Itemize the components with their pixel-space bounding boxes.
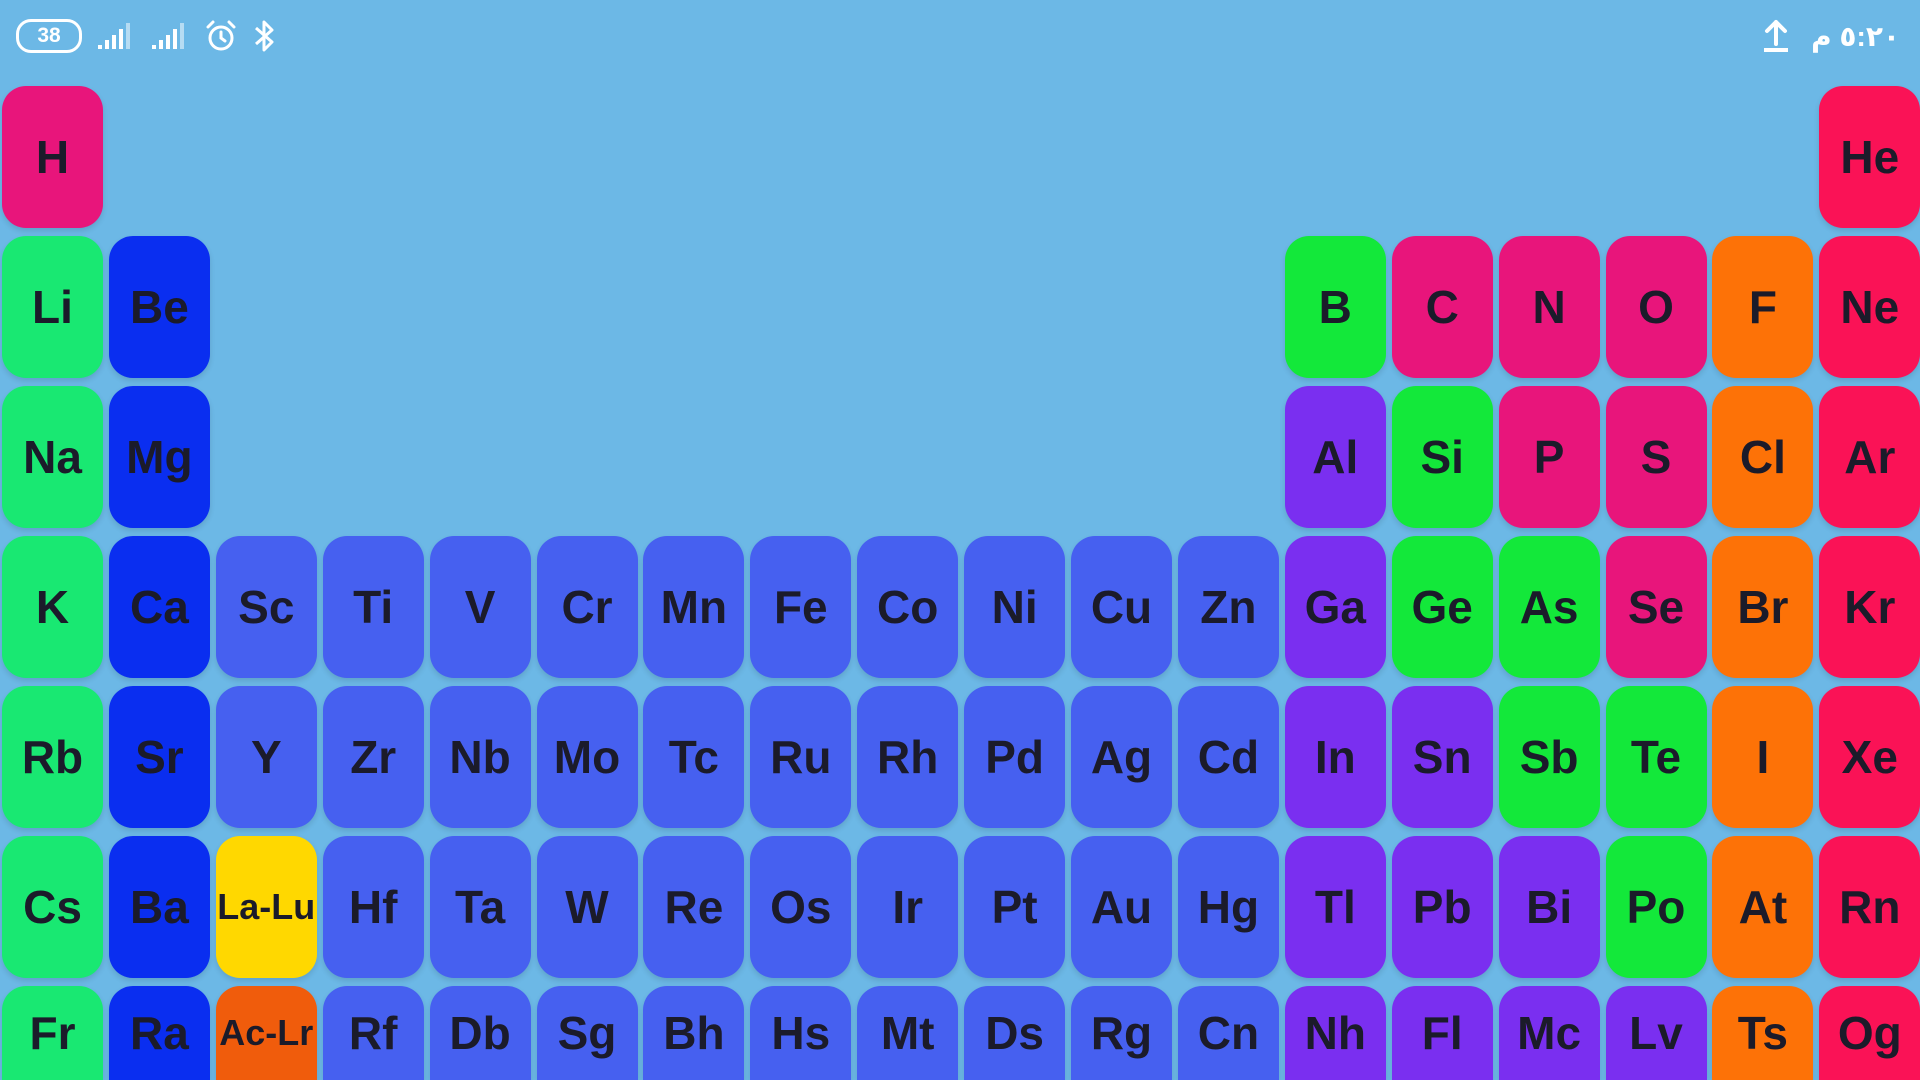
element-cell-rg[interactable]: Rg [1071,986,1172,1080]
element-cell-ar[interactable]: Ar [1819,386,1920,528]
element-cell-h[interactable]: H [2,86,103,228]
element-cell-as[interactable]: As [1498,536,1600,678]
element-cell-i[interactable]: I [1712,686,1814,828]
element-cell-ge[interactable]: Ge [1391,536,1493,678]
element-cell-mn[interactable]: Mn [643,536,745,678]
element-cell-p[interactable]: P [1498,386,1600,528]
element-cell-ni[interactable]: Ni [964,536,1066,678]
element-cell-ti[interactable]: Ti [322,536,424,678]
element-cell-ds[interactable]: Ds [964,986,1066,1080]
element-cell-fr[interactable]: Fr [2,986,103,1080]
element-cell-ca[interactable]: Ca [108,536,210,678]
periodic-table: H He Li Be B C N O F Ne Na Mg Al Si P S Cl Ar K Ca Sc Ti V Cr Mn… [0,0,1920,1080]
element-cell-w[interactable]: W [536,836,638,978]
element-cell-rf[interactable]: Rf [322,986,424,1080]
element-cell-cs[interactable]: Cs [2,836,103,978]
element-cell-pt[interactable]: Pt [964,836,1066,978]
element-cell-o[interactable]: O [1605,236,1707,378]
element-cell-ag[interactable]: Ag [1071,686,1172,828]
element-cell-mg[interactable]: Mg [108,386,210,528]
element-cell-co[interactable]: Co [857,536,959,678]
element-cell-ba[interactable]: Ba [108,836,210,978]
element-cell-s[interactable]: S [1605,386,1707,528]
element-cell-sc[interactable]: Sc [215,536,317,678]
element-cell-ne[interactable]: Ne [1819,236,1920,378]
element-cell-v[interactable]: V [429,536,531,678]
element-cell-sb[interactable]: Sb [1498,686,1600,828]
element-cell-c[interactable]: C [1391,236,1493,378]
element-cell-og[interactable]: Og [1819,986,1920,1080]
element-cell-cd[interactable]: Cd [1177,686,1279,828]
element-cell-tl[interactable]: Tl [1284,836,1386,978]
element-cell-os[interactable]: Os [750,836,852,978]
element-cell-po[interactable]: Po [1605,836,1707,978]
element-cell-mc[interactable]: Mc [1498,986,1600,1080]
element-cell-hf[interactable]: Hf [322,836,424,978]
element-cell-he[interactable]: He [1819,86,1920,228]
element-cell-sg[interactable]: Sg [536,986,638,1080]
element-cell-hs[interactable]: Hs [750,986,852,1080]
element-cell-cn[interactable]: Cn [1177,986,1279,1080]
element-cell-pd[interactable]: Pd [964,686,1066,828]
element-cell-al[interactable]: Al [1284,386,1386,528]
element-cell-cu[interactable]: Cu [1071,536,1172,678]
element-cell-be[interactable]: Be [108,236,210,378]
element-cell-ac-lr[interactable]: Ac-Lr [215,986,317,1080]
element-cell-li[interactable]: Li [2,236,103,378]
element-cell-te[interactable]: Te [1605,686,1707,828]
element-cell-ts[interactable]: Ts [1712,986,1814,1080]
element-cell-mo[interactable]: Mo [536,686,638,828]
element-cell-lv[interactable]: Lv [1605,986,1707,1080]
element-cell-nh[interactable]: Nh [1284,986,1386,1080]
element-cell-au[interactable]: Au [1071,836,1172,978]
element-cell-sr[interactable]: Sr [108,686,210,828]
element-cell-kr[interactable]: Kr [1819,536,1920,678]
element-cell-xe[interactable]: Xe [1819,686,1920,828]
element-cell-zn[interactable]: Zn [1177,536,1279,678]
element-cell-rb[interactable]: Rb [2,686,103,828]
element-cell-k[interactable]: K [2,536,103,678]
element-cell-ga[interactable]: Ga [1284,536,1386,678]
element-cell-fl[interactable]: Fl [1391,986,1493,1080]
element-cell-tc[interactable]: Tc [643,686,745,828]
element-cell-y[interactable]: Y [215,686,317,828]
element-cell-ir[interactable]: Ir [857,836,959,978]
element-cell-la-lu[interactable]: La-Lu [215,836,317,978]
element-cell-n[interactable]: N [1498,236,1600,378]
element-cell-se[interactable]: Se [1605,536,1707,678]
element-cell-ru[interactable]: Ru [750,686,852,828]
element-cell-sn[interactable]: Sn [1391,686,1493,828]
element-cell-hg[interactable]: Hg [1177,836,1279,978]
element-cell-bi[interactable]: Bi [1498,836,1600,978]
element-cell-in[interactable]: In [1284,686,1386,828]
element-cell-b[interactable]: B [1284,236,1386,378]
element-cell-si[interactable]: Si [1391,386,1493,528]
element-cell-cl[interactable]: Cl [1712,386,1814,528]
element-cell-rh[interactable]: Rh [857,686,959,828]
element-cell-pb[interactable]: Pb [1391,836,1493,978]
element-cell-mt[interactable]: Mt [857,986,959,1080]
element-cell-na[interactable]: Na [2,386,103,528]
element-cell-br[interactable]: Br [1712,536,1814,678]
element-cell-fe[interactable]: Fe [750,536,852,678]
element-cell-nb[interactable]: Nb [429,686,531,828]
element-cell-bh[interactable]: Bh [643,986,745,1080]
element-cell-re[interactable]: Re [643,836,745,978]
periodic-table-screen: 38 ٥:٢٠ م H He Li Be B C N O F Ne Na Mg … [0,0,1920,1080]
element-cell-db[interactable]: Db [429,986,531,1080]
element-cell-f[interactable]: F [1712,236,1814,378]
element-cell-ta[interactable]: Ta [429,836,531,978]
element-cell-cr[interactable]: Cr [536,536,638,678]
element-cell-rn[interactable]: Rn [1819,836,1920,978]
element-cell-zr[interactable]: Zr [322,686,424,828]
element-cell-ra[interactable]: Ra [108,986,210,1080]
element-cell-at[interactable]: At [1712,836,1814,978]
